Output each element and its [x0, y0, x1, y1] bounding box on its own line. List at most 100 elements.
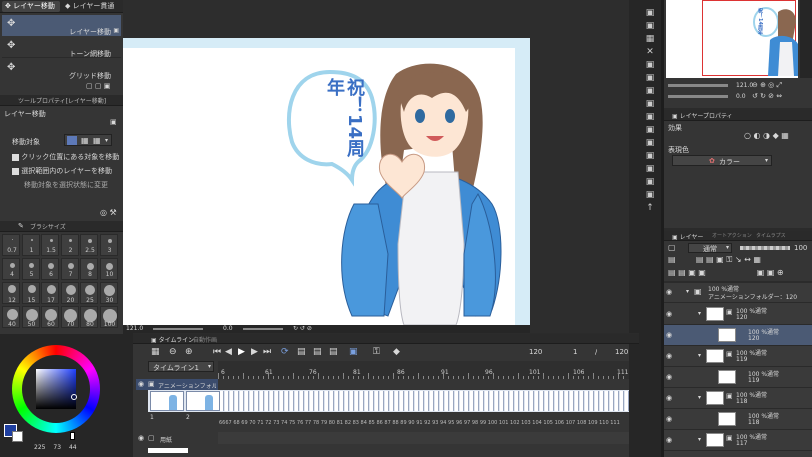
- brush-size-cell[interactable]: 5: [21, 258, 40, 280]
- layer-folder-item[interactable]: ◉ ▾ ▣ 100 %通常 117: [664, 430, 812, 451]
- eye-icon[interactable]: ◉: [666, 415, 672, 423]
- timeline-right-scrollbar[interactable]: [629, 344, 639, 457]
- frame-slot[interactable]: [285, 391, 289, 411]
- quick-access-button-icon[interactable]: ▣: [643, 60, 657, 72]
- frame-slot[interactable]: [420, 391, 424, 411]
- frame-slot[interactable]: [415, 391, 419, 411]
- sub-color-swatch[interactable]: [12, 431, 23, 442]
- quick-access-button-icon[interactable]: ▣: [643, 21, 657, 33]
- frame-slot[interactable]: [560, 391, 564, 411]
- frame-slot[interactable]: [575, 391, 579, 411]
- frame-slot[interactable]: [295, 391, 299, 411]
- frame-slot[interactable]: [220, 391, 224, 411]
- tab-timelapse[interactable]: タイムラプス: [756, 232, 786, 239]
- expression-select[interactable]: ✿ カラー ▾: [672, 155, 772, 166]
- frame-slot[interactable]: [500, 391, 504, 411]
- frame-slot[interactable]: [395, 391, 399, 411]
- eye-icon[interactable]: ◉: [666, 288, 672, 296]
- frame-slot[interactable]: [520, 391, 524, 411]
- brush-size-cell[interactable]: 4: [2, 258, 20, 280]
- track-paper[interactable]: ◉ ▢ 用紙: [136, 432, 218, 444]
- frame-slot[interactable]: [340, 391, 344, 411]
- subtool-item-layer-move[interactable]: ✥ レイヤー移動 ▣: [2, 15, 121, 36]
- timeline-name-select[interactable]: タイムライン1 ▾: [148, 361, 214, 372]
- nav-zoom-slider[interactable]: [668, 84, 728, 87]
- chevron-down-icon[interactable]: ▾: [698, 394, 701, 401]
- zoom-value[interactable]: 121.0: [126, 325, 143, 332]
- frame-slot[interactable]: [405, 391, 409, 411]
- eye-icon[interactable]: ◉: [666, 373, 672, 381]
- layer-folder-item[interactable]: ◉ ▾ ▣ 100 %通常 119: [664, 346, 812, 367]
- nav-angle-slider[interactable]: [668, 95, 728, 98]
- frame-slot[interactable]: [555, 391, 559, 411]
- layer-target-icon[interactable]: [67, 136, 77, 145]
- option-click-position[interactable]: クリック位置にある対象を移動: [12, 152, 119, 162]
- layer-item[interactable]: ◉ 100 %通常 119: [664, 367, 812, 388]
- frame-slot[interactable]: [430, 391, 434, 411]
- frame-slot[interactable]: [380, 391, 384, 411]
- frame-slot[interactable]: [615, 391, 619, 411]
- quick-access-button-icon[interactable]: ▣: [643, 112, 657, 124]
- grid-target-icon[interactable]: ▦: [93, 136, 101, 145]
- frame-slot[interactable]: [440, 391, 444, 411]
- navigator-preview[interactable]: 祝！14周年: [666, 0, 798, 78]
- quick-access-button-icon[interactable]: ▣: [643, 99, 657, 111]
- rotate-buttons-icons[interactable]: ↺ ↻ ⊘ ⇔: [752, 92, 782, 100]
- rotate-icon[interactable]: ↻ ↺ ⊘: [293, 325, 312, 332]
- wrench-icon[interactable]: ⚒: [110, 208, 117, 217]
- frame-slot[interactable]: [225, 391, 229, 411]
- layer-item[interactable]: ◉ 100 %通常 120: [664, 325, 812, 346]
- quick-access-button-icon[interactable]: ✕: [643, 47, 657, 59]
- chevron-down-icon[interactable]: ▾: [698, 310, 701, 317]
- frame-slot[interactable]: [315, 391, 319, 411]
- quick-access-button-icon[interactable]: ↑: [643, 203, 657, 215]
- frame-slot[interactable]: [480, 391, 484, 411]
- brush-size-cell[interactable]: 60: [41, 306, 59, 328]
- frame-slot[interactable]: [375, 391, 379, 411]
- opacity-value[interactable]: 100: [794, 244, 807, 252]
- key-icon[interactable]: ⚿: [373, 345, 380, 359]
- cel-assign-icon[interactable]: ▤: [329, 345, 338, 359]
- target-selector[interactable]: ▦ ▦ ▾: [64, 134, 112, 146]
- frame-slot[interactable]: [370, 391, 374, 411]
- checkbox[interactable]: [12, 153, 19, 161]
- frame-slot[interactable]: [570, 391, 574, 411]
- tab-layer-property[interactable]: ▣ レイヤープロパティ: [672, 111, 733, 120]
- timeline-scrollbar[interactable]: [148, 448, 188, 453]
- frame-slot[interactable]: [255, 391, 259, 411]
- frame-slot[interactable]: [300, 391, 304, 411]
- frame-slot[interactable]: [605, 391, 609, 411]
- frame-slot[interactable]: [230, 391, 234, 411]
- frame-slot[interactable]: [345, 391, 349, 411]
- frame-slot[interactable]: [485, 391, 489, 411]
- lock-icon[interactable]: ▣: [110, 118, 117, 126]
- prev-frame-icon[interactable]: ◀: [225, 345, 232, 359]
- frame-slot[interactable]: [390, 391, 394, 411]
- frame-slot[interactable]: [530, 391, 534, 411]
- tab-layer[interactable]: ▣ レイヤー: [672, 232, 703, 241]
- frame-slot[interactable]: [465, 391, 469, 411]
- chevron-down-icon[interactable]: ▾: [698, 352, 701, 359]
- checkbox[interactable]: [12, 167, 19, 175]
- frame-slot[interactable]: [245, 391, 249, 411]
- nav-angle-value[interactable]: 0.0: [736, 93, 746, 100]
- brush-size-cell[interactable]: 0.7: [2, 234, 20, 256]
- new-icon[interactable]: ▢: [86, 82, 93, 90]
- tab-timeline[interactable]: ▣ タイムライン: [151, 335, 194, 344]
- cel-edit-icon[interactable]: ▣: [349, 345, 358, 359]
- eye-icon[interactable]: ◉: [666, 331, 672, 339]
- total-frames[interactable]: 120: [615, 345, 628, 359]
- layer-item[interactable]: ◉ 100 %通常 118: [664, 409, 812, 430]
- frame-slot[interactable]: [400, 391, 404, 411]
- frame-slot[interactable]: [235, 391, 239, 411]
- eye-icon[interactable]: ◉: [666, 310, 672, 318]
- track-cells[interactable]: [148, 390, 629, 412]
- frame-slot[interactable]: [620, 391, 624, 411]
- tab-auto-action[interactable]: オートアクション: [712, 232, 752, 239]
- eye-icon[interactable]: ◉: [138, 434, 144, 442]
- frame-slot[interactable]: [540, 391, 544, 411]
- frame-slot[interactable]: [515, 391, 519, 411]
- frame-slot[interactable]: [360, 391, 364, 411]
- loop-icon[interactable]: ⟳: [281, 345, 289, 359]
- eye-icon[interactable]: ◉: [138, 380, 144, 388]
